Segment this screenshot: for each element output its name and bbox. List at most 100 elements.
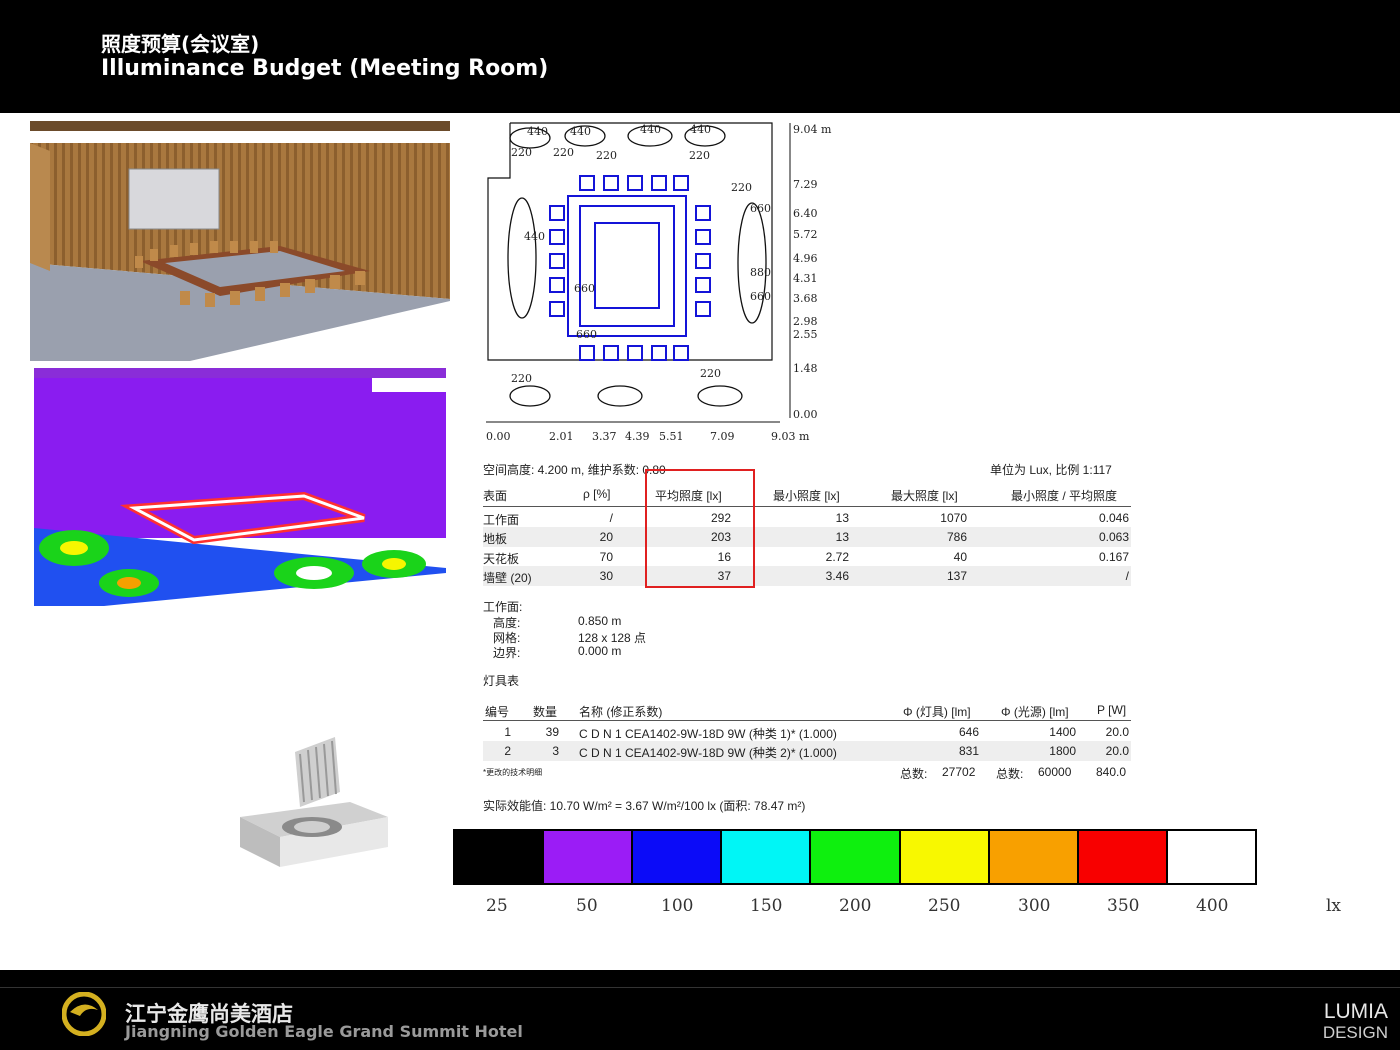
table-row: 2 3 C D N 1 CEA1402-9W-18D 9W (种类 2)* (1… <box>483 741 1131 761</box>
cell-surface: 工作面 <box>483 513 520 527</box>
th-id: 编号 <box>485 705 510 719</box>
table-header-row: 表面 ρ [%] 平均照度 [lx] 最小照度 [lx] 最大照度 [lx] 最… <box>483 484 1131 504</box>
cell-flux-lamp: 1400 <box>1049 725 1076 739</box>
isolux-plan <box>486 122 791 423</box>
th-reflectance: ρ [%] <box>583 487 611 501</box>
highlight-box <box>645 469 755 588</box>
cell-name: C D N 1 CEA1402-9W-18D 9W (种类 2)* (1.000… <box>579 746 837 760</box>
cell-min: 3.46 <box>825 569 849 583</box>
cell-reflectance: 30 <box>599 569 613 583</box>
scale-swatch <box>722 831 812 883</box>
th-power: P [W] <box>1097 703 1127 717</box>
table-row: 墙壁 (20) 30 37 3.46 137 / <box>483 566 1131 586</box>
table-row: 地板 20 203 13 786 0.063 <box>483 527 1131 547</box>
scale-label: 100 <box>661 896 694 916</box>
iso-label: 440 <box>690 123 711 136</box>
cell-max: 786 <box>946 530 967 544</box>
cell-flux-lamp: 1800 <box>1049 744 1076 758</box>
unit-info: 单位为 Lux, 比例 1:117 <box>990 463 1112 477</box>
iso-label: 660 <box>750 290 771 303</box>
cell-min: 13 <box>835 530 849 544</box>
plan-x-tick: 2.01 <box>549 430 574 443</box>
iso-label: 880 <box>750 266 771 279</box>
page-title-cn: 照度预算(会议室) <box>101 32 260 56</box>
iso-label: 440 <box>527 125 548 138</box>
th-min: 最小照度 [lx] <box>773 489 840 503</box>
cell-max: 1070 <box>940 511 967 525</box>
th-name: 名称 (修正系数) <box>579 705 663 719</box>
efficiency-line: 实际效能值: 10.70 W/m² = 3.67 W/m²/100 lx (面积… <box>483 799 806 813</box>
iso-label: 220 <box>731 181 752 194</box>
scale-label: 200 <box>839 896 872 916</box>
false-color-render <box>34 368 446 606</box>
cell-surface: 地板 <box>483 532 508 546</box>
iso-label: 660 <box>574 282 595 295</box>
scale-swatch <box>455 831 545 883</box>
iso-label: 220 <box>553 146 574 159</box>
scale-unit: lx <box>1326 896 1342 916</box>
iso-label: 220 <box>596 149 617 162</box>
plan-x-tick: 9.03 m <box>771 430 810 443</box>
plan-y-tick: 1.48 <box>793 362 818 375</box>
scale-label: 400 <box>1196 896 1229 916</box>
brand-lumia: LUMIA <box>1323 1000 1388 1023</box>
total-power: 840.0 <box>1096 765 1127 779</box>
total-lamp-flux: 60000 <box>1038 765 1072 779</box>
space-info: 空间高度: 4.200 m, 维护系数: 0.80 <box>483 463 666 477</box>
scale-swatch <box>989 831 1079 883</box>
surface-table: 表面 ρ [%] 平均照度 [lx] 最小照度 [lx] 最大照度 [lx] 最… <box>483 484 1131 590</box>
cell-qty: 3 <box>552 744 559 758</box>
luminaire-title: 灯具表 <box>483 674 520 688</box>
workplane-label: 边界: <box>493 646 521 660</box>
plan-x-tick: 0.00 <box>486 430 511 443</box>
scale-label: 25 <box>486 896 508 916</box>
iso-label: 440 <box>570 125 591 138</box>
cell-min: 13 <box>835 511 849 525</box>
total-lum-flux: 27702 <box>942 765 976 779</box>
plan-x-tick: 7.09 <box>710 430 735 443</box>
th-surface: 表面 <box>483 489 508 503</box>
scale-swatch <box>811 831 901 883</box>
table-row: 工作面 / 292 13 1070 0.046 <box>483 508 1131 528</box>
luminaire-note: *更改的技术明细 <box>483 768 543 777</box>
table-divider <box>483 720 1131 721</box>
plan-y-tick: 2.98 <box>793 315 818 328</box>
luminaire-table: 编号 数量 名称 (修正系数) Φ (灯具) [lm] Φ (光源) [lm] … <box>483 700 1131 780</box>
plan-x-tick: 3.37 <box>592 430 617 443</box>
scale-swatch <box>900 831 990 883</box>
brand-design: DESIGN <box>1322 1023 1388 1042</box>
cell-max: 40 <box>953 550 967 564</box>
plan-y-tick: 5.72 <box>793 228 818 241</box>
scale-swatch <box>544 831 634 883</box>
plan-y-tick: 7.29 <box>793 178 818 191</box>
th-qty: 数量 <box>533 705 558 719</box>
plan-y-tick: 3.68 <box>793 292 818 305</box>
plan-y-tick: 4.96 <box>793 252 818 265</box>
scale-label: 350 <box>1107 896 1140 916</box>
cell-max: 137 <box>946 569 967 583</box>
scale-label: 300 <box>1018 896 1051 916</box>
plan-y-tick: 0.00 <box>793 408 818 421</box>
cell-min: 2.72 <box>825 550 849 564</box>
scale-swatch <box>1078 831 1168 883</box>
cell-qty: 39 <box>545 725 559 739</box>
table-row: 1 39 C D N 1 CEA1402-9W-18D 9W (种类 1)* (… <box>483 722 1131 742</box>
th-ratio: 最小照度 / 平均照度 <box>1011 489 1118 503</box>
plan-y-tick: 6.40 <box>793 207 818 220</box>
iso-label: 220 <box>700 367 721 380</box>
iso-label: 220 <box>511 146 532 159</box>
plan-y-tick: 9.04 m <box>793 123 832 136</box>
th-flux-lum: Φ (灯具) [lm] <box>903 705 971 719</box>
scale-label: 150 <box>750 896 783 916</box>
plan-y-tick: 2.55 <box>793 328 818 341</box>
scale-swatch <box>1167 831 1255 883</box>
hotel-logo-icon <box>62 992 106 1036</box>
cell-power: 20.0 <box>1105 744 1129 758</box>
iso-label: 220 <box>689 149 710 162</box>
cell-name: C D N 1 CEA1402-9W-18D 9W (种类 1)* (1.000… <box>579 727 837 741</box>
iso-label: 660 <box>750 202 771 215</box>
cell-reflectance: 70 <box>599 550 613 564</box>
th-max: 最大照度 [lx] <box>891 489 958 503</box>
th-flux-lamp: Φ (光源) [lm] <box>1001 705 1069 719</box>
plan-y-tick: 4.31 <box>793 272 818 285</box>
